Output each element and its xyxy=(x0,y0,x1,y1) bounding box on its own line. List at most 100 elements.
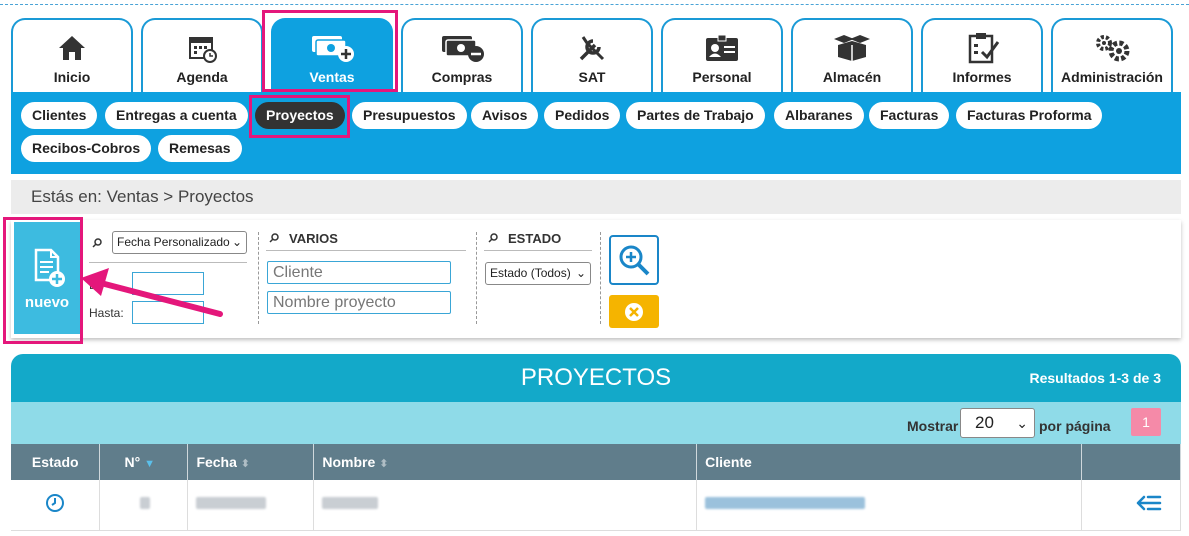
col-cliente[interactable]: Cliente xyxy=(696,444,1082,480)
por-pagina-label: por página xyxy=(1039,418,1111,434)
col-estado[interactable]: Estado xyxy=(11,444,101,480)
subnav-presupuestos[interactable]: Presupuestos xyxy=(352,102,467,129)
tab-personal[interactable]: Personal xyxy=(661,18,783,92)
fecha-cell xyxy=(187,480,315,531)
tab-inicio[interactable]: Inicio xyxy=(11,18,133,92)
chevron-down-icon: ⌄ xyxy=(575,266,586,280)
results-count: Resultados 1-3 de 3 xyxy=(1029,370,1162,386)
results-title: PROYECTOS xyxy=(520,364,672,391)
sort-desc-icon: ▼ xyxy=(144,458,155,470)
top-dashed-border xyxy=(0,4,1189,5)
chevron-down-icon: ⌄ xyxy=(1016,415,1028,431)
sub-navigation: Clientes Entregas a cuenta Proyectos Pre… xyxy=(11,92,1181,174)
tab-label: Personal xyxy=(692,69,752,85)
search-button[interactable] xyxy=(609,235,659,285)
tab-label: SAT xyxy=(578,69,606,85)
money-minus-icon xyxy=(403,32,521,64)
search-small-icon xyxy=(269,233,279,243)
boxes-icon xyxy=(793,32,911,64)
tab-sat[interactable]: SAT xyxy=(531,18,653,92)
numero-cell xyxy=(99,480,189,531)
mostrar-label: Mostrar xyxy=(907,418,959,434)
tab-label: Informes xyxy=(952,69,1012,85)
col-nombre[interactable]: Nombre ⬍ xyxy=(313,444,698,480)
col-nombre-label: Nombre xyxy=(322,454,376,470)
tab-agenda[interactable]: Agenda xyxy=(141,18,263,92)
varios-title: VARIOS xyxy=(289,231,338,246)
subnav-clientes[interactable]: Clientes xyxy=(21,102,98,129)
cliente-input[interactable]: Cliente xyxy=(267,261,451,284)
per-page-value: 20 xyxy=(975,413,994,432)
divider xyxy=(258,232,259,324)
col-fecha[interactable]: Fecha ⬍ xyxy=(187,444,315,480)
highlight-nuevo-button xyxy=(3,217,83,344)
estado-select[interactable]: Estado (Todos) ⌄ xyxy=(485,262,591,285)
pagination-bar: Mostrar 20 ⌄ por página 1 xyxy=(11,402,1181,444)
tab-label: Compras xyxy=(431,69,493,85)
col-fecha-label: Fecha xyxy=(196,454,237,470)
gears-icon xyxy=(1053,32,1171,64)
divider xyxy=(484,250,592,251)
divider xyxy=(266,250,466,251)
page-button[interactable]: 1 xyxy=(1131,408,1161,436)
tools-icon xyxy=(533,32,651,64)
divider xyxy=(476,232,477,324)
subnav-avisos[interactable]: Avisos xyxy=(471,102,539,129)
col-numero-label: N° xyxy=(124,454,141,470)
subnav-facturas-proforma[interactable]: Facturas Proforma xyxy=(956,102,1103,129)
zoom-in-icon xyxy=(619,245,650,276)
subnav-recibos-cobros[interactable]: Recibos-Cobros xyxy=(21,135,152,162)
annotation-arrow-icon xyxy=(81,268,223,317)
tab-label: Almacén xyxy=(822,69,882,85)
subnav-entregas-a-cuenta[interactable]: Entregas a cuenta xyxy=(105,102,248,129)
sort-icon: ⬍ xyxy=(240,458,251,470)
date-range-select[interactable]: Fecha Personalizado ⌄ xyxy=(112,231,247,254)
tab-label: Administración xyxy=(1061,69,1163,85)
clear-filters-button[interactable] xyxy=(609,295,659,328)
col-numero[interactable]: N° ▼ xyxy=(99,444,189,480)
tab-administracion[interactable]: Administración xyxy=(1051,18,1173,92)
menu-arrow-icon[interactable] xyxy=(1136,493,1162,513)
redacted-value xyxy=(705,497,866,510)
projects-table: Estado N° ▼ Fecha ⬍ Nombre ⬍ Cliente xyxy=(11,444,1181,531)
tab-label: Inicio xyxy=(53,69,91,85)
estado-value: Estado (Todos) xyxy=(490,266,571,280)
cliente-cell xyxy=(696,480,1082,531)
divider xyxy=(600,232,601,324)
search-small-icon xyxy=(92,238,102,248)
per-page-select[interactable]: 20 ⌄ xyxy=(960,408,1035,438)
redacted-value xyxy=(140,497,151,510)
date-range-value: Fecha Personalizado xyxy=(117,235,230,249)
status-cell xyxy=(11,480,101,531)
id-card-icon xyxy=(663,32,781,64)
subnav-albaranes[interactable]: Albaranes xyxy=(774,102,864,129)
table-header-row: Estado N° ▼ Fecha ⬍ Nombre ⬍ Cliente xyxy=(11,444,1181,480)
home-icon xyxy=(13,32,131,64)
close-circle-icon xyxy=(625,302,643,321)
highlight-proyectos-pill xyxy=(249,95,350,138)
search-small-icon xyxy=(488,233,498,243)
tab-compras[interactable]: Compras xyxy=(401,18,523,92)
clock-status-icon xyxy=(46,494,65,513)
actions-cell xyxy=(1081,480,1181,531)
table-row[interactable] xyxy=(11,480,1181,531)
clipboard-check-icon xyxy=(923,32,1041,64)
estado-title: ESTADO xyxy=(508,231,562,246)
results-header: PROYECTOS Resultados 1-3 de 3 xyxy=(11,354,1181,402)
subnav-partes-de-trabajo[interactable]: Partes de Trabajo xyxy=(626,102,765,129)
calendar-icon xyxy=(143,32,261,64)
subnav-remesas[interactable]: Remesas xyxy=(158,135,242,162)
nombre-cell xyxy=(313,480,698,531)
redacted-value xyxy=(196,497,267,510)
nombre-proyecto-input[interactable]: Nombre proyecto xyxy=(267,291,451,314)
col-acciones xyxy=(1081,444,1181,480)
tab-almacen[interactable]: Almacén xyxy=(791,18,913,92)
highlight-ventas-tab xyxy=(262,10,398,92)
tab-informes[interactable]: Informes xyxy=(921,18,1043,92)
subnav-pedidos[interactable]: Pedidos xyxy=(544,102,621,129)
tab-label: Agenda xyxy=(176,69,228,85)
breadcrumb: Estás en: Ventas > Proyectos xyxy=(11,180,1181,214)
subnav-facturas[interactable]: Facturas xyxy=(869,102,950,129)
sort-icon: ⬍ xyxy=(379,458,389,470)
chevron-down-icon: ⌄ xyxy=(231,235,242,249)
